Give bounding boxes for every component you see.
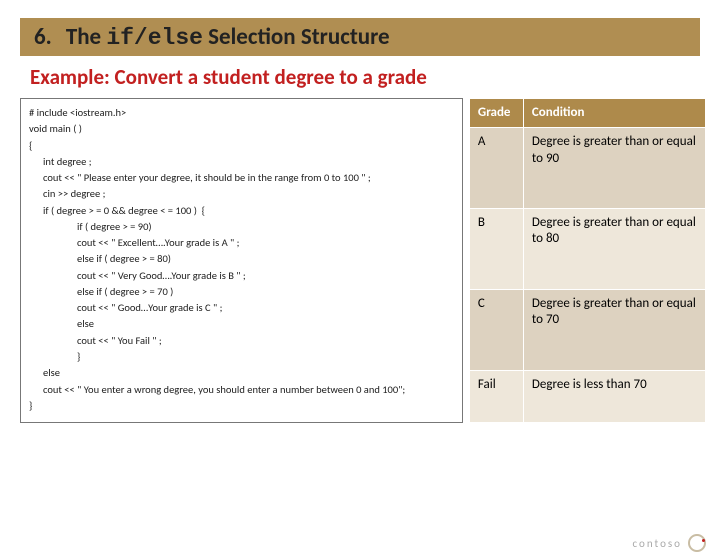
title-post: Selection Structure [203, 23, 390, 51]
code-line: else if ( degree > = 80) [29, 251, 454, 267]
content-row: # include <iostream.h> void main ( ) { i… [0, 98, 720, 423]
cell-condition: Degree is less than 70 [523, 371, 705, 423]
title-text: The if/else Selection Structure [66, 23, 390, 51]
grade-table: Grade Condition A Degree is greater than… [469, 98, 706, 423]
title-pre: The [66, 23, 107, 51]
brand-text: contoso [632, 537, 682, 550]
table-row: Fail Degree is less than 70 [469, 371, 705, 423]
cell-condition: Degree is greater than or equal to 80 [523, 209, 705, 290]
code-line: } [29, 398, 454, 414]
table-row: A Degree is greater than or equal to 90 [469, 128, 705, 209]
code-line: void main ( ) [29, 121, 454, 137]
cell-grade: A [469, 128, 523, 209]
code-line: cout << " Good…Your grade is C " ; [29, 300, 454, 316]
code-line: cout << " You enter a wrong degree, you … [29, 382, 454, 398]
code-line: cout << " Please enter your degree, it s… [29, 170, 454, 186]
header-grade: Grade [469, 99, 523, 128]
title-mono: if/else [106, 25, 203, 51]
code-box: # include <iostream.h> void main ( ) { i… [20, 98, 463, 423]
table-row: B Degree is greater than or equal to 80 [469, 209, 705, 290]
title-bar: 6. The if/else Selection Structure [20, 18, 700, 56]
subtitle: Example: Convert a student degree to a g… [30, 64, 696, 90]
code-line: else if ( degree > = 70 ) [29, 284, 454, 300]
code-line: cout << " Excellent….Your grade is A " ; [29, 235, 454, 251]
code-line: # include <iostream.h> [29, 105, 454, 121]
code-line: if ( degree > = 0 && degree < = 100 ) { [29, 203, 454, 219]
cell-condition: Degree is greater than or equal to 70 [523, 290, 705, 371]
header-condition: Condition [523, 99, 705, 128]
code-line: if ( degree > = 90) [29, 219, 454, 235]
cell-condition: Degree is greater than or equal to 90 [523, 128, 705, 209]
table-row: C Degree is greater than or equal to 70 [469, 290, 705, 371]
code-line: } [29, 349, 454, 365]
brand-icon [688, 534, 706, 552]
code-line: else [29, 365, 454, 381]
code-line: int degree ; [29, 154, 454, 170]
code-line: { [29, 138, 454, 154]
code-line: cout << " You Fail " ; [29, 333, 454, 349]
cell-grade: C [469, 290, 523, 371]
code-line: cout << " Very Good….Your grade is B " ; [29, 268, 454, 284]
cell-grade: Fail [469, 371, 523, 423]
title-number: 6. [34, 23, 52, 51]
footer-brand: contoso [632, 534, 706, 552]
table-header-row: Grade Condition [469, 99, 705, 128]
cell-grade: B [469, 209, 523, 290]
code-line: else [29, 316, 454, 332]
code-line: cin >> degree ; [29, 186, 454, 202]
